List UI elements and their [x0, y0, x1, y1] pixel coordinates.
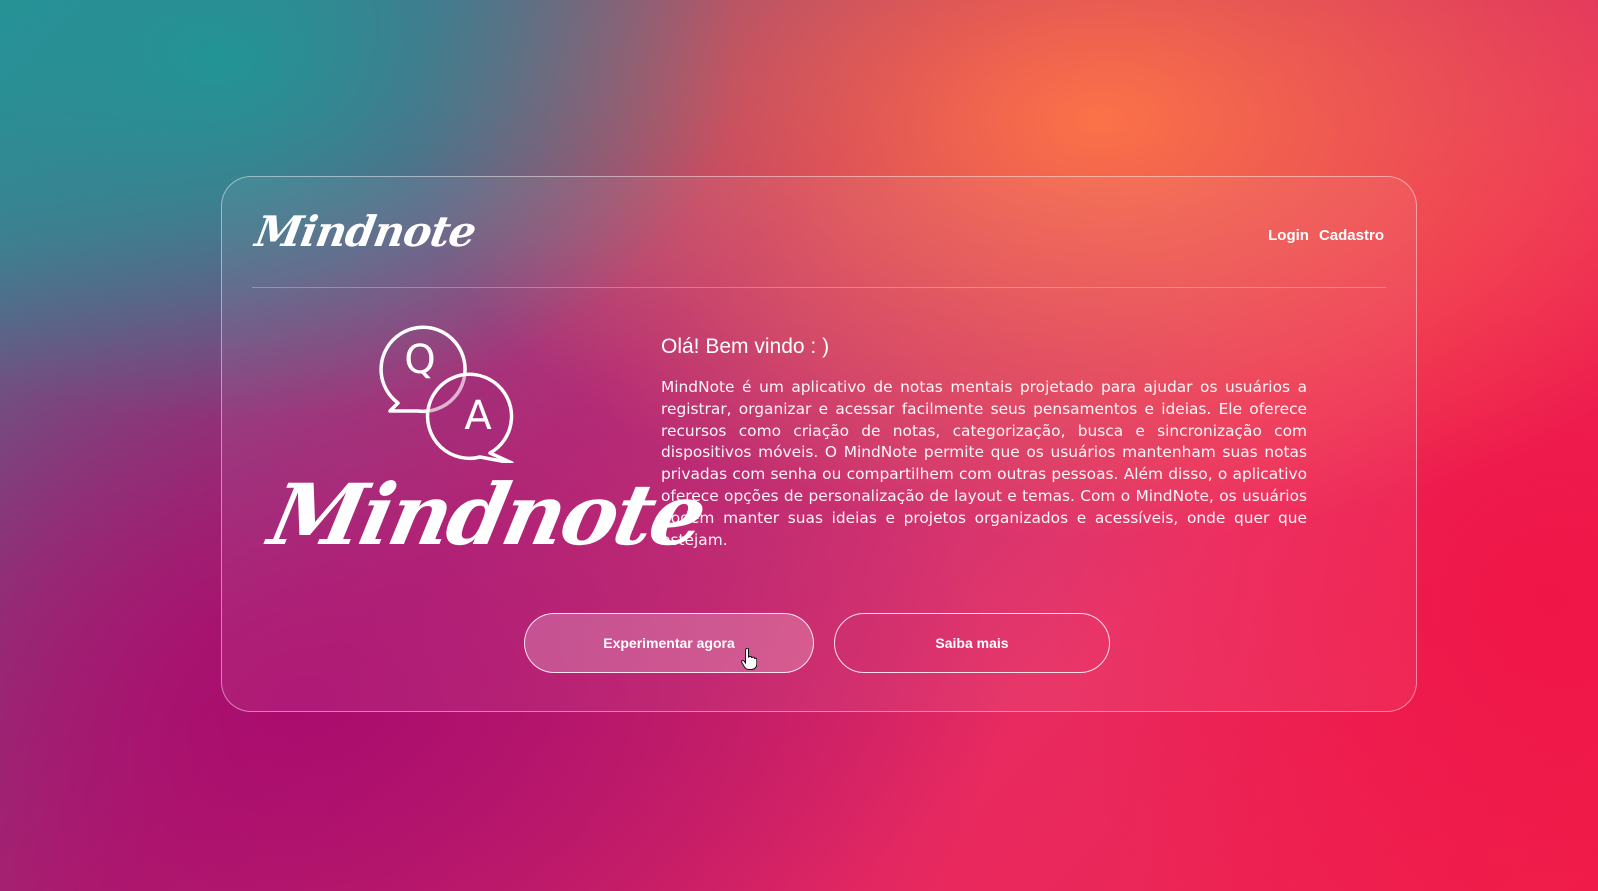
header-logo[interactable]: Mindnote: [252, 207, 480, 256]
header-divider: [252, 287, 1386, 288]
login-link[interactable]: Login: [1268, 227, 1309, 244]
register-link[interactable]: Cadastro: [1319, 227, 1384, 244]
q-letter: Q: [404, 337, 435, 383]
hero-brand-logo: Mindnote: [261, 465, 713, 564]
qa-chat-bubbles-icon: Q A: [379, 325, 514, 463]
top-nav: Login Cadastro: [1268, 227, 1384, 244]
main-card: Mindnote Login Cadastro Q A Mindnote Olá…: [221, 176, 1417, 712]
welcome-title: Olá! Bem vindo : ): [661, 335, 830, 358]
hand-cursor-icon: [741, 648, 757, 670]
a-letter: A: [464, 393, 492, 439]
learn-more-button[interactable]: Saiba mais: [834, 613, 1110, 673]
try-now-button[interactable]: Experimentar agora: [524, 613, 814, 673]
app-description: MindNote é um aplicativo de notas mentai…: [661, 378, 1307, 549]
